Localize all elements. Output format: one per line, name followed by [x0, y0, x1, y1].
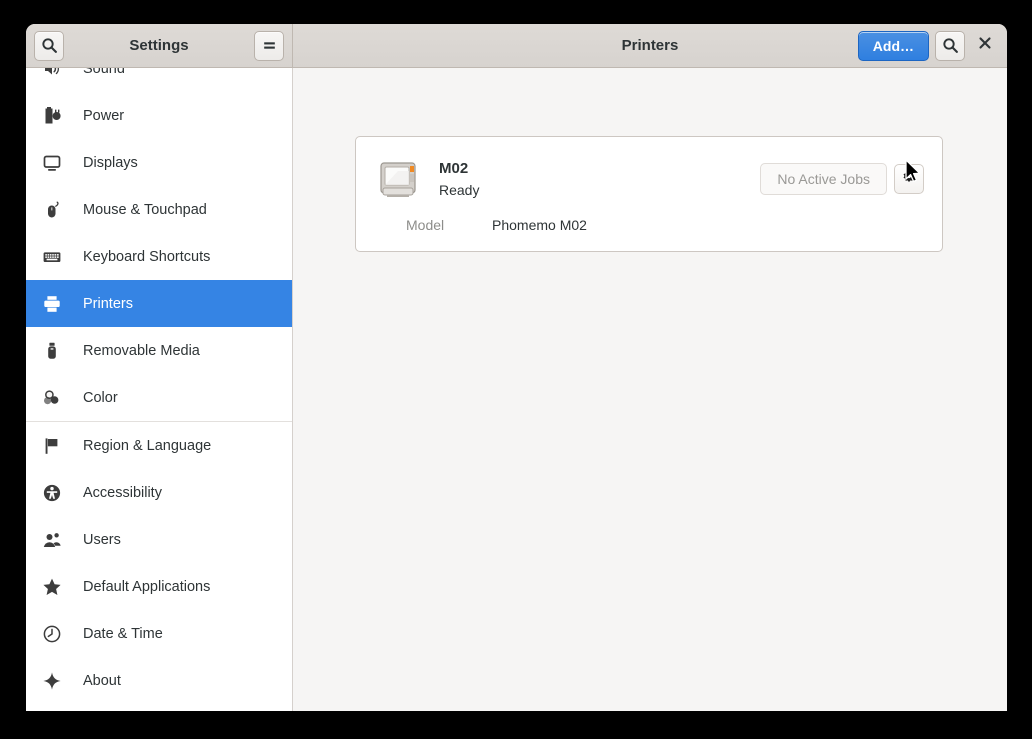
printer-identity: M02 Ready — [439, 159, 479, 200]
sidebar-item-label: Displays — [83, 154, 138, 171]
sidebar-item-label: Keyboard Shortcuts — [83, 248, 211, 265]
printer-actions: No Active Jobs — [760, 163, 924, 195]
sidebar-item-sound[interactable]: Sound — [26, 68, 292, 92]
star-icon — [41, 576, 63, 598]
flag-icon — [41, 435, 63, 457]
window-body: Sound Power Displays Mouse & Touchpad Keyboa… — [26, 68, 1007, 711]
settings-sidebar: Sound Power Displays Mouse & Touchpad Keyboa… — [26, 68, 293, 711]
close-icon — [978, 36, 992, 55]
sidebar-item-label: About — [83, 672, 121, 689]
printer-model-label: Model — [406, 217, 445, 233]
sidebar-item-label: Region & Language — [83, 437, 212, 454]
sidebar-item-label: Mouse & Touchpad — [83, 201, 207, 218]
sidebar-item-keyboard-shortcuts[interactable]: Keyboard Shortcuts — [26, 233, 292, 280]
sidebar-item-label: Printers — [83, 295, 133, 312]
gear-icon — [901, 169, 917, 190]
printer-settings-button[interactable] — [894, 164, 924, 194]
power-plug-icon — [41, 105, 63, 127]
color-circles-icon — [41, 387, 63, 409]
printer-card-top-row: M02 Ready No Active Jobs — [356, 137, 942, 203]
hamburger-menu-icon — [261, 37, 278, 54]
sidebar-item-label: Sound — [83, 68, 125, 77]
sidebar-item-default-applications[interactable]: Default Applications — [26, 563, 292, 610]
settings-window: Settings Printers Add… Sound Power Displ… — [26, 24, 1007, 711]
keyboard-icon — [41, 246, 63, 268]
printer-status: Ready — [439, 181, 480, 198]
search-button[interactable] — [34, 30, 64, 61]
sidebar-item-label: Accessibility — [83, 484, 162, 501]
content-header: Printers Add… — [293, 24, 1007, 67]
mouse-icon — [41, 199, 63, 221]
sidebar-item-region-language[interactable]: Region & Language — [26, 422, 292, 469]
sidebar-item-label: Color — [83, 389, 118, 406]
sidebar-item-about[interactable]: About — [26, 657, 292, 704]
printer-illustration-icon — [374, 155, 422, 203]
printer-name: M02 — [439, 159, 469, 177]
sidebar-item-users[interactable]: Users — [26, 516, 292, 563]
sidebar-item-label: Users — [83, 531, 121, 548]
usb-drive-icon — [41, 340, 63, 362]
printer-jobs-button[interactable]: No Active Jobs — [760, 163, 887, 195]
printer-icon — [41, 293, 63, 315]
sidebar-item-color[interactable]: Color — [26, 374, 292, 421]
sidebar-item-displays[interactable]: Displays — [26, 139, 292, 186]
sidebar-item-mouse-touchpad[interactable]: Mouse & Touchpad — [26, 186, 292, 233]
clock-icon — [41, 623, 63, 645]
search-icon — [942, 37, 959, 54]
sidebar-item-accessibility[interactable]: Accessibility — [26, 469, 292, 516]
sidebar-list: Sound Power Displays Mouse & Touchpad Keyboa… — [26, 68, 292, 704]
sparkle-icon — [41, 670, 63, 692]
sidebar-item-label: Default Applications — [83, 578, 211, 595]
printer-search-button[interactable] — [935, 30, 965, 61]
sidebar-header: Settings — [26, 24, 293, 67]
sidebar-item-date-time[interactable]: Date & Time — [26, 610, 292, 657]
sidebar-item-label: Date & Time — [83, 625, 163, 642]
sidebar-item-power[interactable]: Power — [26, 92, 292, 139]
close-window-button[interactable] — [971, 32, 999, 60]
printers-content-area: M02 Ready No Active Jobs Model Phomemo M… — [293, 68, 1007, 711]
search-icon — [41, 37, 58, 54]
sidebar-item-removable-media[interactable]: Removable Media — [26, 327, 292, 374]
monitor-icon — [41, 152, 63, 174]
speaker-icon — [41, 68, 63, 80]
printer-model-value: Phomemo M02 — [492, 217, 587, 233]
sidebar-item-printers[interactable]: Printers — [26, 280, 292, 327]
printer-card[interactable]: M02 Ready No Active Jobs Model Phomemo M… — [355, 136, 943, 252]
header-bar: Settings Printers Add… — [26, 24, 1007, 68]
printer-card-bottom-row: Model Phomemo M02 — [356, 203, 942, 251]
sidebar-item-label: Removable Media — [83, 342, 200, 359]
header-actions: Add… — [857, 30, 999, 61]
add-printer-button[interactable]: Add… — [857, 30, 929, 61]
accessibility-icon — [41, 482, 63, 504]
main-menu-button[interactable] — [254, 30, 284, 61]
users-icon — [41, 529, 63, 551]
window-title: Settings — [129, 37, 189, 54]
sidebar-item-label: Power — [83, 107, 125, 124]
